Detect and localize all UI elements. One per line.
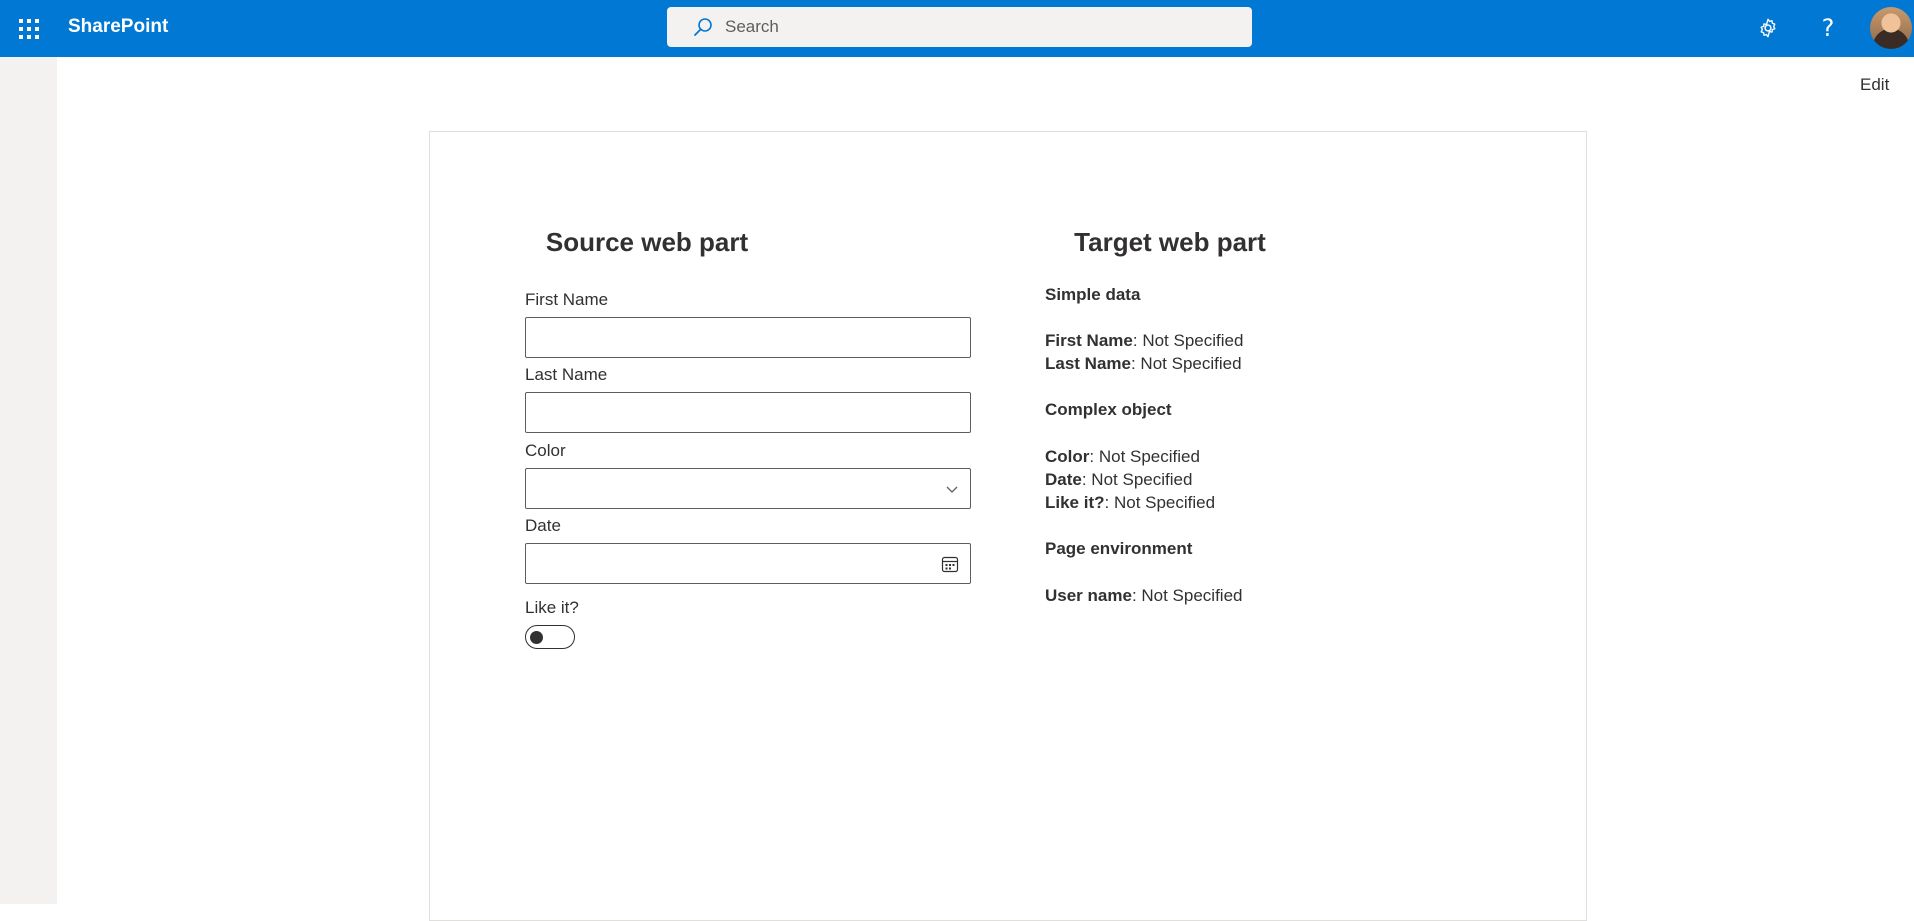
suite-bar: SharePoint Search ? <box>0 0 1914 57</box>
first-name-field[interactable] <box>525 317 971 358</box>
app-launcher-button[interactable] <box>0 0 57 57</box>
chevron-down-icon <box>946 486 958 493</box>
help-icon: ? <box>1821 14 1835 42</box>
app-launcher-icon <box>18 18 39 39</box>
color-label: Color <box>525 441 566 460</box>
last-name-field[interactable] <box>525 392 971 433</box>
search-box[interactable]: Search <box>667 7 1252 47</box>
page-environment-heading: Page environment <box>1045 539 1193 558</box>
date-label: Date <box>525 516 561 535</box>
complex-object-heading: Complex object <box>1045 400 1172 419</box>
target-last-name: Last Name: Not Specified <box>1045 354 1242 373</box>
help-button[interactable]: ? <box>1808 8 1848 48</box>
target-first-name: First Name: Not Specified <box>1045 331 1244 350</box>
target-color: Color: Not Specified <box>1045 447 1200 466</box>
calendar-icon[interactable] <box>940 554 960 574</box>
source-title-text: Source web part <box>545 227 749 257</box>
search-icon <box>683 7 723 47</box>
left-rail <box>0 57 57 904</box>
settings-button[interactable] <box>1748 8 1788 48</box>
search-input[interactable]: Search <box>725 17 779 37</box>
like-label: Like it? <box>525 598 579 617</box>
target-date: Date: Not Specified <box>1045 470 1193 489</box>
date-picker[interactable] <box>525 543 971 584</box>
like-toggle[interactable] <box>525 625 575 649</box>
edit-button[interactable]: Edit <box>1860 75 1889 95</box>
toggle-knob <box>530 631 543 644</box>
first-name-label: First Name <box>525 290 609 309</box>
brand-link[interactable]: SharePoint <box>68 16 168 38</box>
simple-data-heading: Simple data <box>1045 285 1141 304</box>
gear-icon <box>1760 18 1776 38</box>
page-canvas: Source web part First Name Last Name Col… <box>429 131 1587 921</box>
target-title-text: Target web part <box>1074 227 1266 257</box>
color-dropdown[interactable] <box>525 468 971 509</box>
last-name-label: Last Name <box>525 365 608 384</box>
target-like: Like it?: Not Specified <box>1045 493 1216 512</box>
avatar[interactable] <box>1870 7 1912 49</box>
target-user-name: User name: Not Specified <box>1045 586 1243 605</box>
